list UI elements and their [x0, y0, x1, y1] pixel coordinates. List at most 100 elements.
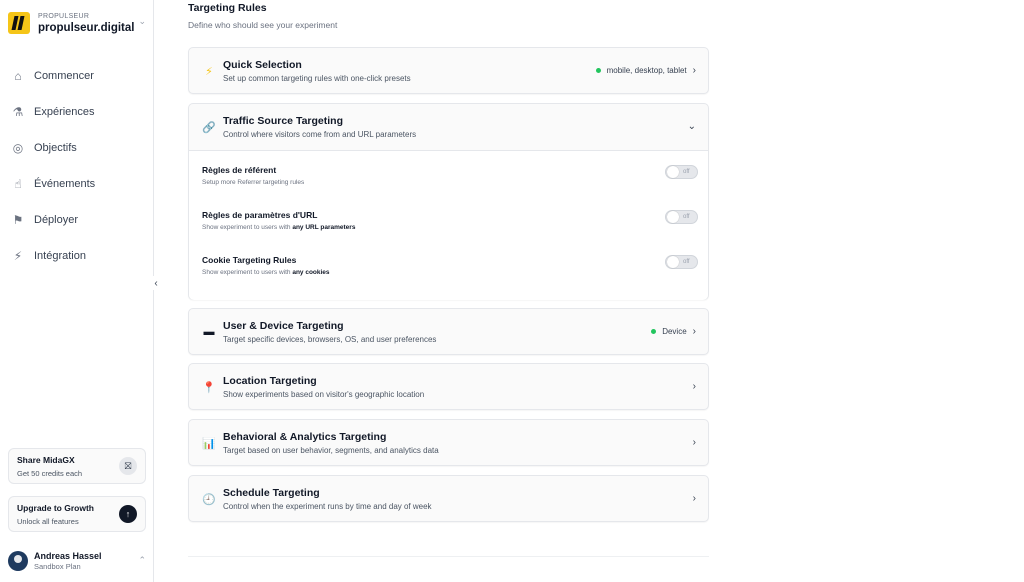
- sidebar-item-objectifs[interactable]: ◎ Objectifs: [0, 130, 153, 166]
- rule-desc-prefix: Show experiment to users with: [202, 269, 293, 276]
- behavioral-header[interactable]: 📊 Behavioral & Analytics Targeting Targe…: [189, 420, 708, 466]
- chevron-right-icon: ›: [692, 65, 696, 76]
- chevron-down-icon: ⌄: [687, 121, 696, 132]
- rule-title: Cookie Targeting Rules: [202, 255, 297, 265]
- arrow-up-icon[interactable]: ↑: [119, 505, 137, 523]
- status-text: Device: [662, 327, 687, 336]
- section-title: Schedule Targeting: [223, 487, 320, 499]
- location-section: 📍 Location Targeting Show experiments ba…: [188, 363, 709, 410]
- rule-desc-bold: any cookies: [292, 269, 330, 276]
- traffic-source-body: Règles de référent Setup more Referrer t…: [189, 150, 708, 300]
- traffic-source-header[interactable]: 🔗 Traffic Source Targeting Control where…: [189, 104, 708, 150]
- avatar: [8, 551, 28, 571]
- chevron-right-icon: ›: [692, 326, 696, 337]
- click-icon: ☝: [14, 177, 22, 191]
- cookie-toggle[interactable]: off: [665, 255, 698, 269]
- user-plan: Sandbox Plan: [34, 561, 81, 571]
- link-icon: 🔗: [202, 121, 216, 134]
- chevron-right-icon: ›: [692, 381, 696, 392]
- location-header[interactable]: 📍 Location Targeting Show experiments ba…: [189, 364, 708, 410]
- url-params-toggle[interactable]: off: [665, 210, 698, 224]
- quick-selection-header[interactable]: ⚡ Quick Selection Set up common targetin…: [189, 48, 708, 94]
- sidebar-item-label: Expériences: [34, 106, 95, 118]
- collapse-sidebar-button[interactable]: ‹: [150, 276, 162, 290]
- sidebar-item-deployer[interactable]: ⚑ Déployer: [0, 202, 153, 238]
- home-icon: ⌂: [14, 69, 22, 83]
- chevron-down-icon: ⌄: [138, 16, 146, 26]
- upgrade-card[interactable]: Upgrade to Growth Unlock all features ↑: [8, 496, 146, 532]
- schedule-header[interactable]: 🕘 Schedule Targeting Control when the ex…: [189, 476, 708, 522]
- share-card[interactable]: Share MidaGX Get 50 credits each ⛝: [8, 448, 146, 484]
- workspace-switcher[interactable]: PROPULSEUR propulseur.digital ⌄: [8, 9, 148, 37]
- clock-icon: 🕘: [202, 493, 216, 506]
- toggle-knob: [667, 166, 679, 178]
- sidebar-item-label: Commencer: [34, 70, 94, 82]
- section-title: Behavioral & Analytics Targeting: [223, 431, 387, 443]
- section-title: User & Device Targeting: [223, 320, 344, 332]
- toggle-knob: [667, 211, 679, 223]
- rule-description: Show experiment to users with any cookie…: [202, 268, 698, 277]
- sidebar-item-label: Objectifs: [34, 142, 77, 154]
- sidebar-item-integration[interactable]: ⚡ Intégration: [0, 238, 153, 274]
- target-icon: ◎: [12, 141, 24, 155]
- toggle-state: off: [683, 214, 690, 220]
- divider: [188, 556, 709, 557]
- status-text: mobile, desktop, tablet: [606, 66, 687, 75]
- schedule-section: 🕘 Schedule Targeting Control when the ex…: [188, 475, 709, 522]
- laptop-icon: ▬: [203, 326, 215, 338]
- status-dot: [595, 68, 601, 73]
- section-description: Target specific devices, browsers, OS, a…: [223, 335, 437, 344]
- rule-desc-bold: any URL parameters: [292, 224, 356, 231]
- pin-icon: 📍: [202, 381, 216, 394]
- behavioral-section: 📊 Behavioral & Analytics Targeting Targe…: [188, 419, 709, 466]
- section-description: Set up common targeting rules with one-c…: [223, 74, 411, 83]
- rule-description: Show experiment to users with any URL pa…: [202, 223, 698, 232]
- section-description: Control where visitors come from and URL…: [223, 130, 417, 139]
- rule-referrer: Règles de référent Setup more Referrer t…: [202, 165, 698, 191]
- brand-name: propulseur.digital: [38, 21, 135, 34]
- flask-icon: ⚗: [12, 105, 24, 119]
- section-title: Traffic Source Targeting: [223, 115, 343, 127]
- chevron-up-icon: ⌃: [138, 555, 146, 565]
- rule-url-params: Règles de paramètres d'URL Show experime…: [202, 210, 698, 236]
- toggle-knob: [667, 256, 679, 268]
- section-title: Quick Selection: [223, 59, 302, 71]
- rule-description: Setup more Referrer targeting rules: [202, 179, 305, 186]
- user-name: Andreas Hassel: [34, 550, 102, 561]
- brand-logo: [8, 12, 30, 34]
- page-title: Targeting Rules: [188, 2, 267, 14]
- user-device-header[interactable]: ▬ User & Device Targeting Target specifi…: [189, 309, 708, 355]
- section-title: Location Targeting: [223, 375, 317, 387]
- section-description: Show experiments based on visitor's geog…: [223, 390, 425, 399]
- user-device-section: ▬ User & Device Targeting Target specifi…: [188, 308, 709, 355]
- section-description: Control when the experiment runs by time…: [223, 502, 432, 511]
- chevron-right-icon: ›: [692, 493, 696, 504]
- gift-icon[interactable]: ⛝: [119, 457, 137, 475]
- sidebar-item-evenements[interactable]: ☝ Événements: [0, 166, 153, 202]
- toggle-state: off: [683, 169, 690, 175]
- deploy-icon: ⚑: [12, 213, 24, 227]
- rule-title: Règles de paramètres d'URL: [202, 210, 318, 220]
- user-menu[interactable]: Andreas Hassel Sandbox Plan ⌃: [8, 548, 148, 574]
- user-device-status: Device ›: [651, 326, 696, 337]
- sidebar-item-label: Intégration: [34, 250, 86, 262]
- bar-chart-icon: 📊: [202, 437, 216, 450]
- rule-cookie: Cookie Targeting Rules Show experiment t…: [202, 255, 698, 281]
- sidebar-item-experiences[interactable]: ⚗ Expériences: [0, 94, 153, 130]
- chevron-right-icon: ›: [692, 437, 696, 448]
- toggle-state: off: [683, 259, 690, 265]
- quick-selection-status: mobile, desktop, tablet ›: [595, 65, 696, 76]
- lightning-icon: ⚡: [205, 65, 213, 78]
- plug-icon: ⚡: [13, 249, 23, 263]
- sidebar-item-commencer[interactable]: ⌂ Commencer: [0, 58, 153, 94]
- traffic-source-section: 🔗 Traffic Source Targeting Control where…: [188, 103, 709, 300]
- referrer-toggle[interactable]: off: [665, 165, 698, 179]
- rule-title: Règles de référent: [202, 165, 277, 175]
- sidebar: PROPULSEUR propulseur.digital ⌄ ⌂ Commen…: [0, 0, 154, 582]
- brand-eyebrow: PROPULSEUR: [38, 12, 90, 20]
- sidebar-item-label: Déployer: [34, 214, 79, 226]
- status-dot: [651, 329, 657, 334]
- sidebar-nav: ⌂ Commencer ⚗ Expériences ◎ Objectifs ☝ …: [0, 58, 153, 274]
- rule-desc-prefix: Show experiment to users with: [202, 224, 293, 231]
- page-subtitle: Define who should see your experiment: [188, 20, 338, 30]
